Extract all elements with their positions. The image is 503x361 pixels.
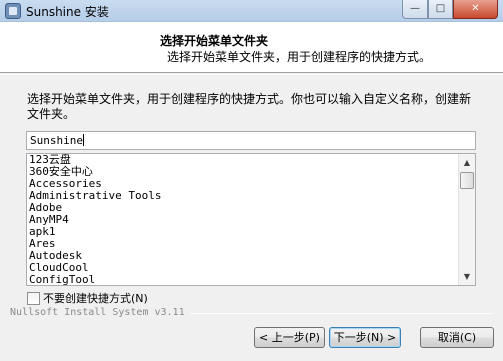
folder-list-item[interactable]: apk1	[29, 226, 459, 238]
start-menu-folder-list[interactable]: 123云盘 360安全中心 Accessories Administrative To…	[26, 153, 476, 286]
folder-list-item[interactable]: Adobe	[29, 202, 459, 214]
cancel-button[interactable]: 取消(C)	[420, 327, 494, 348]
scroll-down-arrow-icon[interactable]: ▼	[459, 268, 475, 285]
page-title: 选择开始菜单文件夹	[160, 34, 269, 48]
vertical-scrollbar[interactable]: ▲ ▼	[458, 154, 475, 285]
installer-icon	[5, 3, 21, 19]
folder-list-item[interactable]: Autodesk	[29, 250, 459, 262]
maximize-button[interactable]: □	[428, 0, 453, 19]
folder-list-items: 123云盘 360安全中心 Accessories Administrative To…	[29, 154, 459, 286]
instructions-text: 选择开始菜单文件夹，用于创建程序的快捷方式。你也可以输入自定义名称，创建新文件夹…	[27, 92, 472, 121]
window-title: Sunshine 安装	[26, 5, 109, 19]
folder-list-item[interactable]: Administrative Tools	[29, 190, 459, 202]
title-bar: Sunshine 安装 — □ ✕	[0, 0, 503, 22]
folder-list-item[interactable]: 123云盘	[29, 154, 459, 166]
folder-input-value: Sunshine	[30, 134, 83, 147]
close-button[interactable]: ✕	[453, 0, 498, 19]
footer-divider	[190, 313, 493, 314]
no-shortcut-checkbox[interactable]	[27, 292, 40, 305]
back-button[interactable]: < 上一步(P)	[254, 327, 325, 348]
folder-list-item[interactable]: Ares	[29, 238, 459, 250]
folder-list-item[interactable]: AnyMP4	[29, 214, 459, 226]
nsis-branding: Nullsoft Install System v3.11	[10, 307, 189, 318]
page-subtitle: 选择开始菜单文件夹，用于创建程序的快捷方式。	[167, 50, 432, 64]
minimize-button[interactable]: —	[402, 0, 428, 19]
text-caret	[82, 134, 84, 146]
folder-list-item[interactable]: ConfigTool	[29, 274, 459, 286]
scroll-up-arrow-icon[interactable]: ▲	[459, 154, 475, 171]
scrollbar-thumb[interactable]	[460, 172, 474, 189]
start-menu-folder-input[interactable]: Sunshine	[26, 131, 476, 150]
page-header: 选择开始菜单文件夹 选择开始菜单文件夹，用于创建程序的快捷方式。	[0, 22, 503, 73]
header-divider	[0, 74, 503, 75]
no-shortcut-label[interactable]: 不要创建快捷方式(N)	[43, 292, 148, 305]
next-button[interactable]: 下一步(N) >	[329, 327, 401, 348]
